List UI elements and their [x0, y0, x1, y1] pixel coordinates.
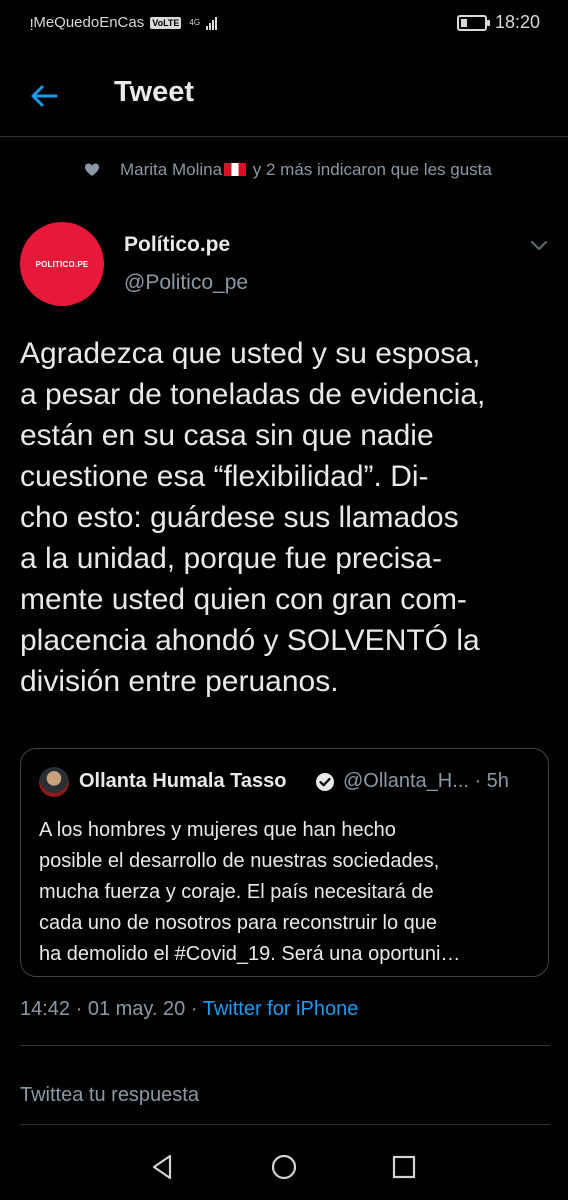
social-context[interactable]: Marita Molina y 2 más indicaron que les … — [85, 158, 526, 182]
nav-home-icon[interactable] — [269, 1152, 299, 1182]
divider — [20, 1124, 550, 1125]
social-context-text: y 2 más indicaron que les gusta — [248, 160, 492, 179]
tweet-line: mente usted quien con gran com- — [20, 583, 467, 616]
page-title: Tweet — [114, 76, 195, 108]
carrier-name: ᴉMeQuedoEnCas — [30, 14, 145, 31]
author-avatar[interactable]: POLITICO.PE — [20, 222, 104, 306]
tweet-line: Agradezca que usted y su esposa, — [20, 337, 481, 370]
signal-icon — [206, 16, 218, 30]
tweet-line: a la unidad, porque fue precisa- — [20, 542, 442, 575]
quote-line: A los hombres y mujeres que han hecho — [39, 819, 396, 841]
quoted-tweet[interactable]: Ollanta Humala Tasso @Ollanta_H... · 5h … — [20, 748, 549, 977]
network-type: 4G — [189, 17, 201, 27]
divider — [20, 1045, 550, 1046]
peru-flag-icon — [224, 163, 247, 176]
top-app-bar: Tweet — [0, 56, 568, 137]
quote-author-name: Ollanta Humala Tasso — [79, 770, 287, 792]
author-handle[interactable]: @Politico_pe — [124, 271, 248, 295]
tweet-line: están en su casa sin que nadie — [20, 419, 434, 452]
liker-name[interactable]: Marita Molina — [120, 160, 222, 179]
quote-line: cada uno de nosotros para reconstruir lo… — [39, 912, 438, 934]
battery-icon — [456, 14, 490, 31]
back-arrow-icon[interactable] — [26, 78, 62, 114]
nav-back-icon[interactable] — [148, 1152, 178, 1182]
tweet-line: cuestione esa “flexibilidad”. Di- — [20, 460, 429, 493]
chevron-down-icon[interactable] — [528, 236, 550, 254]
quote-handle-time: @Ollanta_H... · 5h — [343, 770, 509, 792]
tweet-text: Agradezca que usted y su esposa, a pesar… — [20, 333, 550, 702]
author-name[interactable]: Político.pe — [124, 233, 230, 257]
tweet-line: a pesar de toneladas de evidencia, — [20, 378, 486, 411]
reply-input[interactable]: Twittea tu respuesta — [20, 1084, 199, 1107]
heart-icon — [85, 163, 99, 176]
quote-line: posible el desarrollo de nuestras socied… — [39, 850, 440, 872]
quote-text: A los hombres y mujeres que han hecho po… — [39, 815, 539, 970]
timestamp: 14:42 · 01 may. 20 · — [20, 998, 203, 1020]
clock: 18:20 — [494, 12, 540, 32]
nav-recents-icon[interactable] — [389, 1152, 419, 1182]
source-link[interactable]: Twitter for iPhone — [203, 998, 359, 1020]
system-nav-bar — [0, 1130, 568, 1200]
tweet-meta: 14:42 · 01 may. 20 · Twitter for iPhone — [20, 998, 358, 1021]
status-bar: ᴉMeQuedoEnCas VoLTE 4G 18:20 — [0, 0, 568, 48]
quote-line: mucha fuerza y coraje. El país necesitar… — [39, 881, 434, 903]
avatar-logo-text: POLITICO.PE — [35, 259, 89, 269]
quote-line: ha demolido el #Covid_19. Será una oport… — [39, 943, 461, 965]
verified-icon — [316, 773, 334, 791]
tweet-line: placencia ahondó y SOLVENTÓ la — [20, 624, 480, 657]
status-right: 18:20 — [456, 12, 540, 33]
quote-avatar — [39, 767, 69, 797]
volte-badge: VoLTE — [150, 16, 182, 29]
tweet-line: división entre peruanos. — [20, 665, 339, 698]
tweet-line: cho esto: guárdese sus llamados — [20, 501, 459, 534]
status-left: ᴉMeQuedoEnCas VoLTE 4G — [30, 14, 218, 31]
